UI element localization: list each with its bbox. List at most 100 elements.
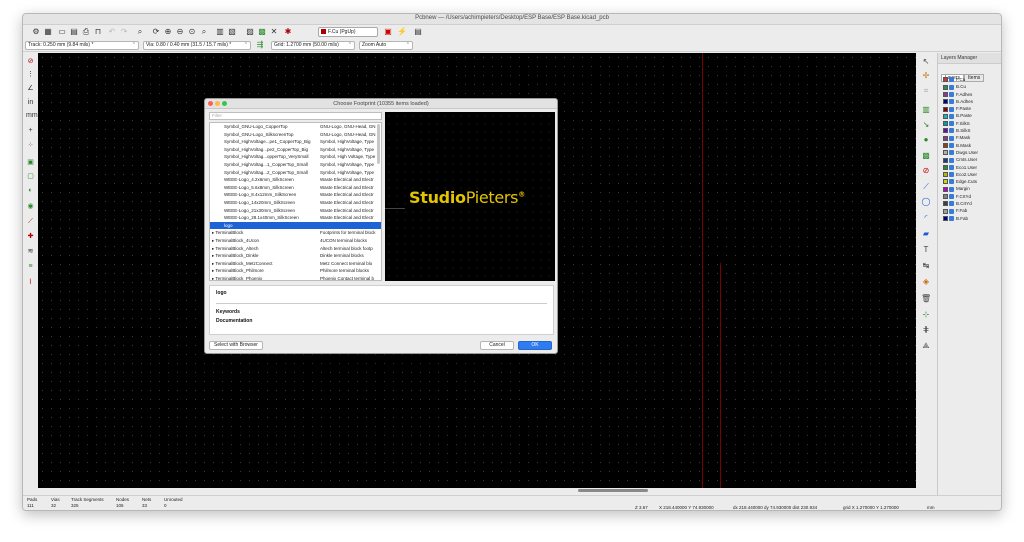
track-width-select[interactable]: Track: 0.250 mm (9.84 mils) *	[25, 41, 139, 50]
ratsnest-icon[interactable]: ⁘	[26, 141, 35, 150]
layer-color-swatch[interactable]	[943, 215, 948, 221]
bug-icon[interactable]: ✱	[283, 27, 293, 37]
layer-color-swatch[interactable]	[943, 135, 948, 141]
highlight-net-icon[interactable]: ✢	[921, 71, 931, 81]
layer-row[interactable]: B.CrtYd	[938, 200, 1001, 207]
library-row[interactable]: ▸ TerminalBlock Footprints for terminal b…	[210, 229, 381, 237]
scripting-icon[interactable]: ⚡	[397, 27, 407, 37]
horizontal-scrollbar[interactable]	[578, 489, 648, 492]
add-dimension-icon[interactable]: ↹	[921, 261, 931, 271]
layer-visibility-checkbox[interactable]	[949, 77, 954, 83]
refresh-icon[interactable]: ⟳	[151, 27, 161, 37]
add-circle-icon[interactable]: ◯	[921, 197, 931, 207]
zoom-out-icon[interactable]: ⊖	[175, 27, 185, 37]
layer-row[interactable]: Eco1.User	[938, 164, 1001, 171]
netlist-icon[interactable]: ▥	[215, 27, 225, 37]
layer-visibility-checkbox[interactable]	[949, 215, 954, 221]
footprint-row[interactable]: Symbol_GNU-Logo_SilkscreenTop GNU-Logo, G…	[210, 131, 381, 139]
route-track-icon[interactable]: ↘	[921, 120, 931, 130]
layer-pair-icon[interactable]: ▣	[383, 27, 393, 37]
layer-row[interactable]: B.SilkS	[938, 127, 1001, 134]
layer-visibility-checkbox[interactable]	[949, 121, 954, 127]
footprint-editor-icon[interactable]: ▨	[245, 27, 255, 37]
layer-row[interactable]: Edge.Cuts	[938, 178, 1001, 185]
layer-visibility-checkbox[interactable]	[949, 186, 954, 192]
layer-row[interactable]: F.Mask	[938, 134, 1001, 141]
redo-icon[interactable]: ↷	[119, 27, 129, 37]
library-row[interactable]: ▸ TerminalBlock_Dinkle Dinkle terminal bl…	[210, 252, 381, 260]
layer-selector[interactable]: F.Cu (PgUp)	[318, 27, 378, 37]
zoom-selection-icon[interactable]: ⌕	[199, 27, 209, 37]
footprint-row[interactable]: Symbol_HighVoltag...1_CopperTop_Small Sym…	[210, 161, 381, 169]
drc-off-icon[interactable]: ⊘	[26, 57, 35, 66]
layer-row[interactable]: B.Cu	[938, 83, 1001, 90]
zoom-fit-icon[interactable]: ⊙	[187, 27, 197, 37]
footprint-row[interactable]: WEEE-Logo_4.2x6mm_SilkScreen Waste Electr…	[210, 176, 381, 184]
library-row[interactable]: ▸ TerminalBlock_Altech Altech terminal bl…	[210, 245, 381, 253]
layer-row[interactable]: B.Fab	[938, 215, 1001, 222]
dialog-zoom-button[interactable]	[222, 101, 227, 106]
add-target-icon[interactable]: ◈	[921, 277, 931, 287]
layer-color-swatch[interactable]	[943, 172, 948, 178]
layer-visibility-checkbox[interactable]	[949, 106, 954, 112]
find-icon[interactable]: ⌕	[135, 27, 145, 37]
keepout-icon[interactable]: ⊘	[921, 166, 931, 176]
layer-color-swatch[interactable]	[943, 150, 948, 156]
pad-sketch-icon[interactable]: ◐	[26, 186, 35, 195]
footprint-row[interactable]: Symbol_HighVoltage...pe1_CopperTop_Big Sy…	[210, 138, 381, 146]
zoom-select[interactable]: Zoom Auto	[359, 41, 413, 50]
footprint-row[interactable]: WEEE-Logo_8.4x12mm_SilkScreen Waste Elect…	[210, 191, 381, 199]
cancel-button[interactable]: Cancel	[480, 341, 514, 350]
layer-row[interactable]: B.Adhes	[938, 98, 1001, 105]
layer-color-swatch[interactable]	[943, 186, 948, 192]
layer-visibility-checkbox[interactable]	[949, 179, 954, 185]
zone-fill-icon[interactable]: ▣	[26, 158, 35, 167]
grid-select[interactable]: Grid: 1.2700 mm (50.00 mils)	[271, 41, 355, 50]
layer-row[interactable]: F.Adhes	[938, 91, 1001, 98]
layer-visibility-checkbox[interactable]	[949, 194, 954, 200]
layer-color-swatch[interactable]	[943, 208, 948, 214]
save-icon[interactable]: ▤	[69, 27, 79, 37]
layer-color-swatch[interactable]	[943, 99, 948, 105]
high-contrast-icon[interactable]: ✚	[26, 232, 35, 241]
add-line-icon[interactable]: ⟋	[921, 182, 931, 192]
select-tool-icon[interactable]: ↖	[921, 57, 931, 67]
layer-visibility-checkbox[interactable]	[949, 164, 954, 170]
undo-icon[interactable]: ↶	[107, 27, 117, 37]
layer-row[interactable]: B.Mask	[938, 142, 1001, 149]
layer-color-swatch[interactable]	[943, 77, 948, 83]
dialog-minimize-button[interactable]	[215, 101, 220, 106]
layer-visibility-checkbox[interactable]	[949, 91, 954, 97]
layer-row[interactable]: F.SilkS	[938, 120, 1001, 127]
footprint-row[interactable]: Symbol_HighVoltag...2_CopperTop_Small Sym…	[210, 169, 381, 177]
layer-color-swatch[interactable]	[943, 194, 948, 200]
layer-row[interactable]: F.CrtYd	[938, 193, 1001, 200]
add-footprint-icon[interactable]: ▥	[921, 105, 931, 115]
microwave-tools-icon[interactable]: ⌇	[26, 278, 35, 287]
microwave-icon[interactable]: ≋	[26, 247, 35, 256]
layer-row[interactable]: Dwgs.User	[938, 149, 1001, 156]
local-ratsnest-icon[interactable]: ⌗	[921, 86, 931, 96]
layer-visibility-checkbox[interactable]	[949, 208, 954, 214]
update-pcb-icon[interactable]: ▩	[257, 27, 267, 37]
dialog-close-button[interactable]	[208, 101, 213, 106]
new-board-icon[interactable]: ▦	[43, 27, 53, 37]
add-polygon-icon[interactable]: ▰	[921, 229, 931, 239]
add-via-icon[interactable]: ●	[921, 135, 931, 145]
layers-manager-icon[interactable]: ≡	[26, 262, 35, 271]
cursor-shape-icon[interactable]: +	[26, 126, 35, 135]
units-mm-icon[interactable]: mm	[26, 111, 38, 120]
layer-row[interactable]: Cmts.User	[938, 156, 1001, 163]
auto-track-width-icon[interactable]: ⇶	[255, 40, 265, 50]
layer-color-swatch[interactable]	[943, 201, 948, 207]
layer-color-swatch[interactable]	[943, 157, 948, 163]
board-setup-icon[interactable]: ⚙	[31, 27, 41, 37]
tree-scrollbar[interactable]	[377, 124, 380, 164]
layer-color-swatch[interactable]	[943, 142, 948, 148]
layer-row[interactable]: F.Paste	[938, 105, 1001, 112]
footprint-row[interactable]: logo	[210, 221, 381, 230]
via-size-select[interactable]: Via: 0.80 / 0.40 mm (31.5 / 15.7 mils) *	[143, 41, 251, 50]
layer-color-swatch[interactable]	[943, 128, 948, 134]
layer-visibility-checkbox[interactable]	[949, 172, 954, 178]
layer-visibility-checkbox[interactable]	[949, 135, 954, 141]
